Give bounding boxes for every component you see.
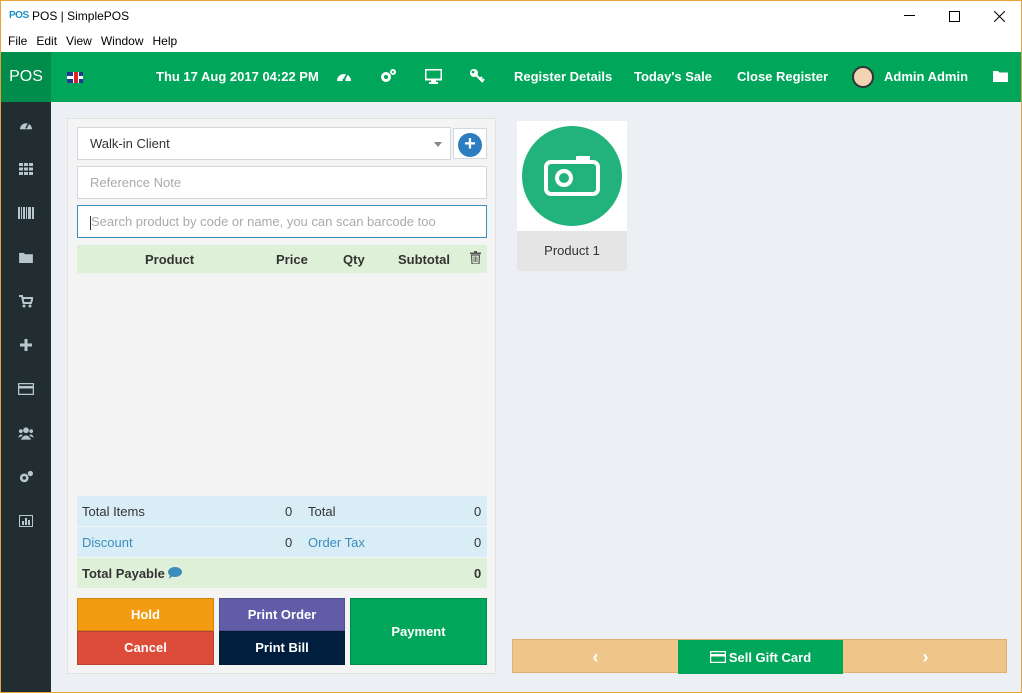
total-items-label: Total Items [82,504,145,519]
trash-icon[interactable] [470,251,481,267]
users-icon[interactable] [18,425,34,441]
register-details-link[interactable]: Register Details [514,69,612,84]
totals-row-items: Total Items 0 Total 0 [77,496,487,526]
product-pager: ‹ Sell Gift Card › [512,639,1008,674]
product-thumbnail [522,126,622,226]
todays-sale-link[interactable]: Today's Sale [634,69,712,84]
print-bill-button[interactable]: Print Bill [219,631,345,665]
total-value: 0 [474,504,482,519]
camera-icon [544,156,600,196]
payment-button[interactable]: Payment [350,598,487,665]
col-price: Price [276,252,308,267]
total-payable-value: 0 [474,566,482,581]
reference-note-placeholder: Reference Note [90,175,182,190]
app-window: POS POS | SimplePOS File Edit View Windo… [0,0,1022,693]
previous-page-button[interactable]: ‹ [513,640,678,674]
chart-icon[interactable] [18,513,34,529]
client-select[interactable]: Walk-in Client [77,127,451,160]
order-table-header: Product Price Qty Subtotal [77,245,487,273]
reference-note-input[interactable]: Reference Note [77,166,487,199]
brand-logo[interactable]: POS [1,52,51,102]
add-client-button[interactable]: + [453,128,487,159]
close-button[interactable] [976,1,1021,31]
cart-icon[interactable] [18,293,34,309]
user-menu[interactable]: Admin Admin [884,69,968,84]
dashboard-icon[interactable] [18,117,34,133]
window-title: POS | SimplePOS [32,9,130,23]
plus-circle-icon: + [458,133,482,157]
next-page-button[interactable]: › [843,640,1008,674]
totals-row-payable: Total Payable 0 [77,558,487,588]
uk-flag-icon[interactable] [67,72,83,83]
maximize-icon [948,10,960,22]
menu-file[interactable]: File [8,31,27,52]
sell-gift-card-button[interactable]: Sell Gift Card [678,640,843,674]
cancel-button[interactable]: Cancel [77,631,214,665]
title-bar: POS POS | SimplePOS [1,1,1021,31]
folder-icon[interactable] [18,249,34,265]
print-order-button[interactable]: Print Order [219,598,345,631]
menu-window[interactable]: Window [101,31,144,52]
key-icon[interactable] [468,67,486,85]
menu-bar: File Edit View Window Help [1,31,1021,52]
order-tax-value: 0 [474,535,482,550]
chevron-down-icon [434,142,442,147]
discount-value: 0 [285,535,293,550]
product-search-input[interactable]: Search product by code or name, you can … [77,205,487,238]
total-label: Total [308,504,336,519]
order-tax-link[interactable]: Order Tax [308,535,365,550]
barcode-icon[interactable] [18,205,34,221]
minimize-button[interactable] [886,1,932,31]
chevron-right-icon: › [922,646,929,667]
product-name: Product 1 [517,231,627,271]
total-items-value: 0 [285,504,293,519]
monitor-icon[interactable] [424,67,442,85]
sell-gift-card-label: Sell Gift Card [728,649,812,665]
close-register-link[interactable]: Close Register [737,69,828,84]
datetime: Thu 17 Aug 2017 04:22 PM [156,69,319,84]
maximize-button[interactable] [931,1,977,31]
menu-edit[interactable]: Edit [36,31,57,52]
product-tile[interactable]: Product 1 [517,121,627,271]
settings-icon[interactable] [18,469,34,485]
dashboard-icon[interactable] [335,67,353,85]
close-icon [993,10,1005,22]
folder-icon[interactable] [991,67,1009,85]
menu-view[interactable]: View [66,31,92,52]
total-payable-label: Total Payable [82,566,165,581]
plus-icon[interactable] [18,337,34,353]
order-panel [67,118,496,674]
avatar[interactable] [852,66,874,88]
comment-icon[interactable] [168,567,182,582]
col-product: Product [145,252,195,267]
settings-icon[interactable] [379,67,397,85]
minimize-icon [903,15,915,16]
chevron-left-icon: ‹ [592,646,599,667]
credit-card-icon [709,651,726,663]
discount-link[interactable]: Discount [82,535,133,550]
col-qty: Qty [343,252,365,267]
app-logo: POS [9,10,29,21]
menu-help[interactable]: Help [153,31,178,52]
credit-card-icon[interactable] [18,381,34,397]
sidebar [1,102,51,692]
client-select-value: Walk-in Client [90,136,170,151]
totals-row-discount: Discount 0 Order Tax 0 [77,527,487,557]
grid-icon[interactable] [18,161,34,177]
col-subtotal: Subtotal [398,252,450,267]
product-search-placeholder: Search product by code or name, you can … [91,214,436,229]
hold-button[interactable]: Hold [77,598,214,631]
